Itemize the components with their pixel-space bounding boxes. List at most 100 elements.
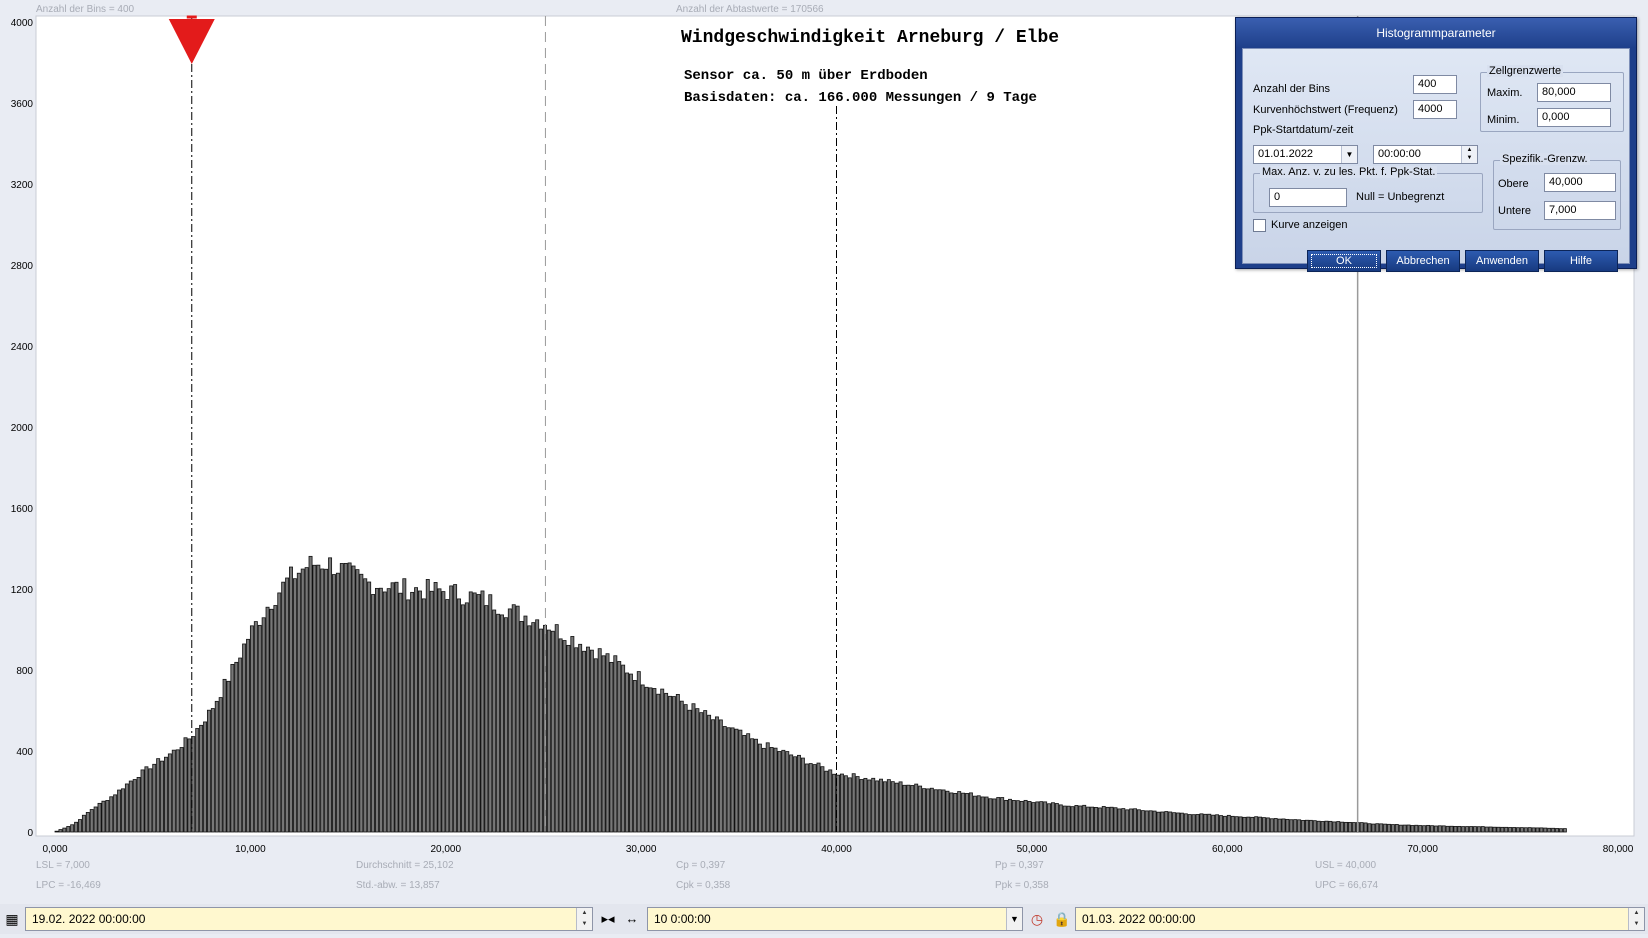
- max-points-input[interactable]: 0: [1269, 188, 1347, 207]
- histogram-bar: [503, 617, 508, 833]
- start-datetime-field[interactable]: 19.02. 2022 00:00:00 ▲ ▼: [25, 907, 593, 931]
- histogram-bar: [664, 692, 669, 833]
- histogram-bar: [1344, 821, 1348, 833]
- zoom-out-arrows-icon[interactable]: ↔: [621, 909, 643, 929]
- histogram-bar: [1371, 823, 1376, 833]
- ok-button[interactable]: OK: [1307, 250, 1381, 272]
- clock-icon[interactable]: ◷: [1027, 909, 1047, 929]
- y-tick-label: 3200: [11, 180, 34, 191]
- histogram-bar: [496, 613, 501, 833]
- histogram-bar: [1305, 819, 1309, 833]
- histogram-bar: [335, 572, 340, 833]
- histogram-bar: [574, 647, 579, 833]
- histogram-bar: [1418, 825, 1423, 833]
- histogram-bar: [500, 614, 504, 833]
- histogram-bar: [1437, 825, 1442, 833]
- histogram-bar: [519, 621, 524, 833]
- lower-limit-input[interactable]: 7,000: [1544, 201, 1616, 220]
- bins-label: Anzahl der Bins: [1253, 83, 1331, 95]
- histogram-bar: [687, 709, 692, 833]
- upc-stat: UPC = 66,674: [1315, 880, 1379, 891]
- histogram-bar: [253, 621, 258, 833]
- histogram-bar: [1500, 826, 1505, 833]
- x-tick-label: 0,000: [42, 844, 67, 854]
- histogram-bar: [1117, 808, 1122, 833]
- histogram-bar: [406, 599, 411, 833]
- start-date-value: 01.01.2022: [1258, 148, 1314, 160]
- histogram-bar: [433, 582, 438, 833]
- curve-max-input[interactable]: 4000: [1413, 100, 1457, 119]
- y-tick-label: 2400: [11, 342, 34, 353]
- histogram-bar: [257, 624, 262, 833]
- duration-value: 10 0:00:00: [654, 912, 711, 926]
- histogram-bar: [1191, 814, 1196, 833]
- lpc-stat: LPC = -16,469: [36, 880, 101, 891]
- lock-icon[interactable]: 🔒: [1052, 909, 1072, 929]
- x-tick-label: 70,000: [1407, 844, 1438, 854]
- spinner-icon[interactable]: ▲ ▼: [1461, 146, 1477, 163]
- histogram-bar: [1230, 815, 1235, 833]
- histogram-bar: [101, 800, 106, 833]
- histogram-bar: [347, 562, 352, 833]
- histogram-bar: [515, 605, 520, 833]
- start-spinner-icon[interactable]: ▲ ▼: [576, 908, 592, 930]
- histogram-bar: [699, 712, 704, 833]
- duration-dropdown-icon[interactable]: ▼: [1006, 908, 1022, 930]
- histogram-bar: [1000, 797, 1005, 833]
- histogram-bar: [199, 724, 204, 833]
- stats-footer: LSL = 7,000 LPC = -16,469 Durchschnitt =…: [0, 854, 1648, 902]
- histogram-bar: [195, 728, 200, 833]
- histogram-bar: [1086, 806, 1091, 833]
- min-input[interactable]: 0,000: [1537, 108, 1611, 127]
- histogram-bar: [992, 798, 997, 833]
- cancel-button[interactable]: Abbrechen: [1386, 250, 1460, 272]
- histogram-bar: [1562, 828, 1567, 833]
- histogram-bar: [144, 766, 149, 833]
- dialog-body: Anzahl der Bins 400 Kurvenhöchstwert (Fr…: [1242, 48, 1630, 272]
- upper-limit-input[interactable]: 40,000: [1544, 173, 1616, 192]
- histogram-bar: [898, 781, 903, 833]
- histogram-bar: [304, 567, 309, 833]
- histogram-bar: [1328, 820, 1333, 833]
- histogram-bar: [1164, 811, 1169, 833]
- histogram-bar: [1316, 820, 1321, 833]
- histogram-bar: [961, 792, 966, 833]
- histogram-bar: [171, 749, 176, 833]
- histogram-bar: [1105, 806, 1110, 833]
- histogram-bar: [1375, 823, 1380, 833]
- max-input[interactable]: 80,000: [1537, 83, 1611, 102]
- histogram-bar: [937, 789, 942, 833]
- start-time-field[interactable]: 00:00:00 ▲ ▼: [1373, 145, 1478, 164]
- histogram-bar: [1340, 821, 1345, 833]
- histogram-bar: [527, 625, 532, 833]
- end-datetime-field[interactable]: 01.03. 2022 00:00:00 ▲ ▼: [1075, 907, 1645, 931]
- histogram-bar: [1035, 801, 1040, 833]
- apply-button[interactable]: Anwenden: [1465, 250, 1539, 272]
- histogram-bar: [1430, 825, 1434, 833]
- x-tick-label: 80,000: [1603, 844, 1634, 854]
- mean-stat: Durchschnitt = 25,102: [356, 860, 454, 871]
- start-date-combo[interactable]: 01.01.2022 ▼: [1253, 145, 1358, 164]
- show-curve-checkbox[interactable]: [1253, 219, 1266, 232]
- end-spinner-icon[interactable]: ▲ ▼: [1628, 908, 1644, 930]
- help-button[interactable]: Hilfe: [1544, 250, 1618, 272]
- histogram-bar: [62, 827, 67, 833]
- start-datetime-value: 19.02. 2022 00:00:00: [32, 912, 146, 926]
- calendar-icon[interactable]: ▦: [2, 909, 22, 929]
- usl-stat: USL = 40,000: [1315, 860, 1377, 871]
- histogram-bar: [1293, 819, 1298, 833]
- histogram-bar: [1457, 825, 1462, 833]
- histogram-bar: [332, 574, 336, 833]
- y-tick-label: 1600: [11, 504, 34, 515]
- histogram-bar: [93, 806, 98, 833]
- histogram-bar: [894, 782, 899, 833]
- chevron-down-icon[interactable]: ▼: [1341, 146, 1357, 163]
- histogram-bar: [629, 673, 633, 833]
- duration-field[interactable]: 10 0:00:00 ▼: [647, 907, 1023, 931]
- bins-input[interactable]: 400: [1413, 75, 1457, 94]
- histogram-bar: [570, 636, 575, 833]
- histogram-bar: [851, 773, 856, 833]
- zoom-in-arrows-icon[interactable]: ▸◂: [597, 909, 619, 929]
- histogram-bar: [511, 604, 516, 833]
- histogram-bar: [812, 764, 817, 833]
